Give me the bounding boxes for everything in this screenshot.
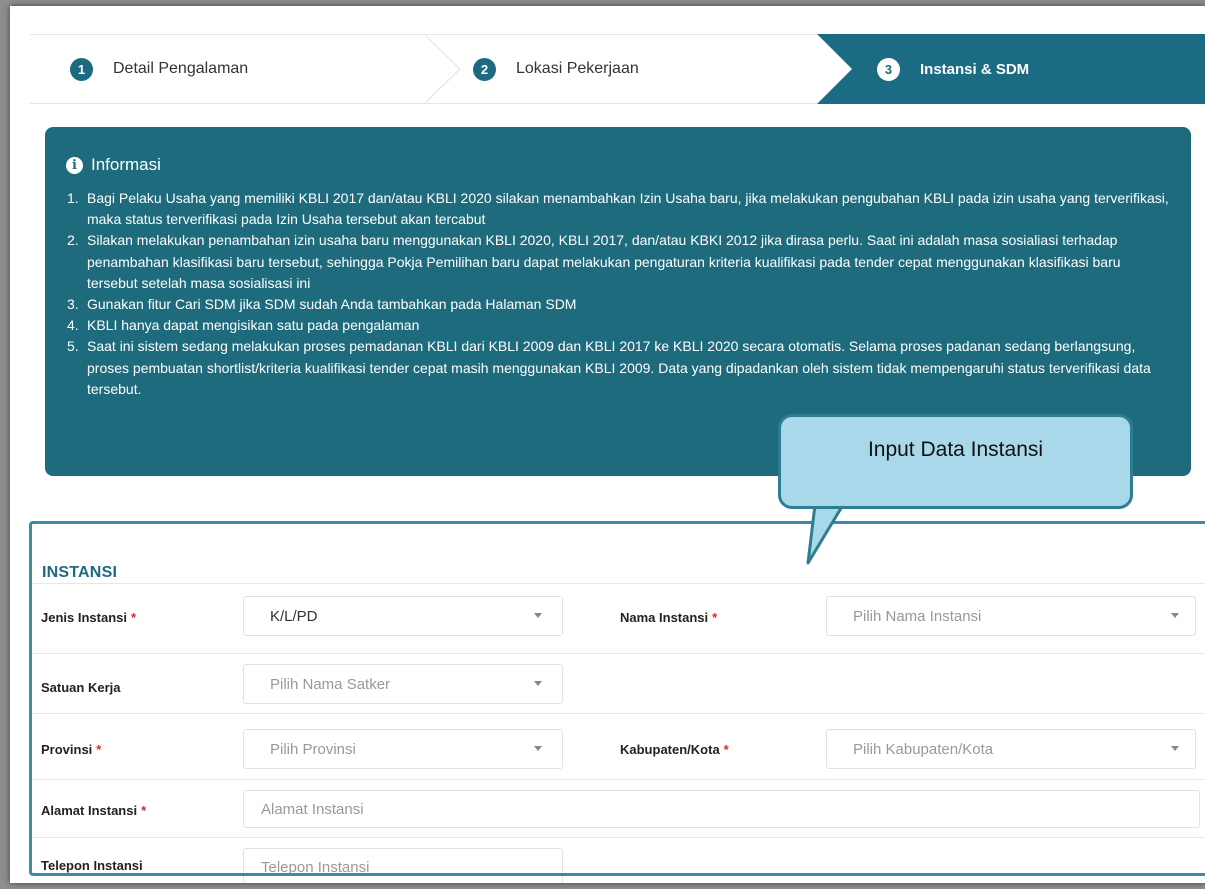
step-detail-pengalaman[interactable]: 1 Detail Pengalaman [70, 35, 248, 103]
info-item: 1. Bagi Pelaku Usaha yang memiliki KBLI 2… [67, 190, 1169, 228]
highlight-outline [29, 521, 1205, 876]
info-list: 1. Bagi Pelaku Usaha yang memiliki KBLI 2… [67, 188, 1172, 400]
step-number: 1 [70, 57, 93, 81]
callout-text: Input Data Instansi [867, 437, 1044, 461]
info-header: i Informasi [66, 155, 161, 175]
step-label: Lokasi Pekerjaan [516, 60, 639, 77]
info-title: Informasi [91, 155, 161, 174]
info-item: 2. Silakan melakukan penambahan izin usah… [67, 232, 1121, 291]
step-number: 2 [473, 57, 496, 81]
step-lokasi-pekerjaan[interactable]: 2 Lokasi Pekerjaan [473, 35, 639, 103]
info-circle-icon: i [66, 156, 83, 174]
info-item: 4. KBLI hanya dapat mengisikan satu pada … [67, 317, 420, 334]
wizard-stepper: 1 Detail Pengalaman 2 Lokasi Pekerjaan 3… [30, 34, 1205, 104]
step-number: 3 [877, 57, 900, 81]
step-instansi-sdm[interactable]: 3 Instansi & SDM [877, 35, 1029, 103]
callout-tail-joint [820, 480, 857, 506]
step-arrow-notch [817, 34, 852, 104]
info-item: 5. Saat ini sistem sedang melakukan prose… [67, 338, 1151, 397]
step-label: Detail Pengalaman [113, 60, 249, 77]
step-label: Instansi & SDM [920, 60, 1030, 78]
info-item: 3. Gunakan fitur Cari SDM jika SDM sudah … [67, 296, 577, 313]
